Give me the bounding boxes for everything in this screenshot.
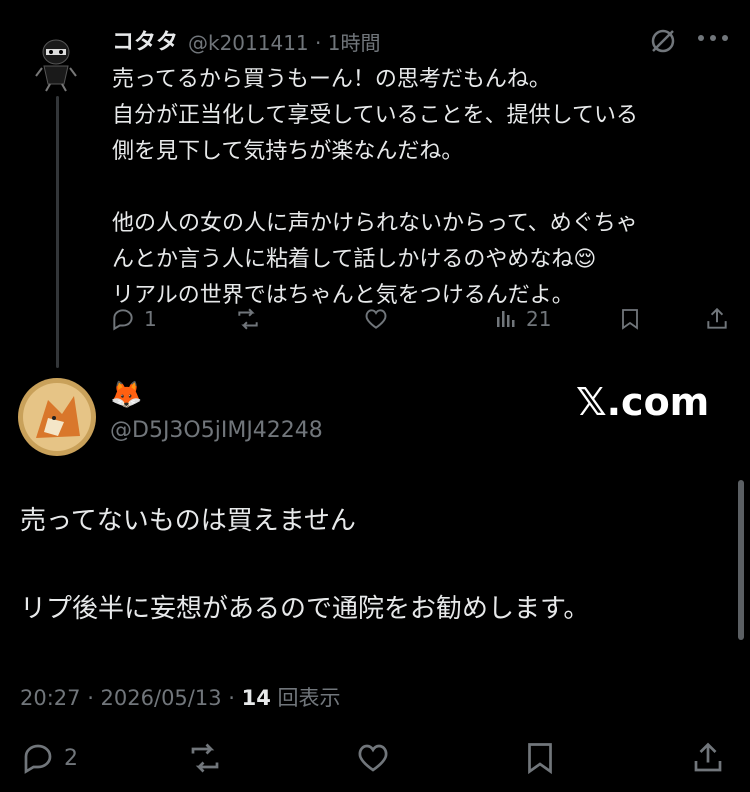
reply-icon	[24, 744, 52, 774]
tweet2-bookmark-button[interactable]	[522, 740, 558, 776]
x-com-watermark: 𝕏.com	[576, 380, 710, 424]
heart-icon	[365, 309, 387, 329]
tweet2-like-button[interactable]	[354, 740, 392, 776]
share-icon	[694, 742, 722, 772]
tweet2-reply-count: 2	[64, 745, 78, 771]
tweet1-view-count: 21	[526, 307, 552, 331]
tweet2-retweet-button[interactable]	[186, 740, 224, 776]
share-icon	[707, 307, 727, 329]
bookmark-icon	[622, 309, 638, 330]
tweet1-share-button[interactable]	[704, 306, 730, 332]
tweet2-body-line2: リプ後半に妄想があるので通院をお勧めします。	[20, 594, 590, 624]
analytics-icon	[497, 311, 515, 327]
tweet2-share-button[interactable]	[690, 740, 726, 776]
tweet2-metadata: 20:27 · 2026/05/13 · 14 回表示	[20, 682, 341, 712]
tweet1-retweet-button[interactable]	[234, 306, 270, 332]
tweet1-author-name[interactable]: コタタ	[112, 24, 178, 56]
heart-icon	[358, 744, 388, 772]
tweet2-views-label: 回表示	[270, 686, 341, 710]
grok-icon[interactable]	[646, 24, 680, 58]
tweet2-body-line1: 売ってないものは買えません	[20, 506, 356, 536]
retweet-icon	[191, 743, 219, 773]
thread-connector-line	[56, 96, 59, 368]
retweet-icon	[238, 308, 258, 330]
avatar-fox[interactable]	[18, 378, 96, 456]
tweet2-author-name[interactable]: 🦊	[110, 380, 142, 410]
tweet1-bookmark-button[interactable]	[618, 306, 642, 332]
tweet2-handle[interactable]: @D5J3O5jIMJ42248	[110, 418, 323, 443]
tweet2-views-number: 14	[241, 686, 271, 710]
bookmark-icon	[528, 743, 552, 775]
more-options-icon[interactable]	[696, 28, 730, 48]
tweet1-views-button[interactable]: 21	[494, 306, 551, 332]
tweet1-reply-count: 1	[144, 307, 157, 331]
tweet2-reply-button[interactable]: 2	[20, 740, 78, 776]
tweet2-timestamp[interactable]: 20:27 · 2026/05/13 ·	[20, 686, 242, 710]
avatar-ninja[interactable]	[32, 36, 80, 92]
tweet1-body: 売ってるから買うもーん！の思考だもんね。 自分が正当化して享受していることを、提…	[112, 67, 639, 308]
reply-icon	[113, 309, 133, 331]
tweet1-reply-button[interactable]: 1	[110, 306, 157, 332]
tweet1-handle-time[interactable]: @k2011411 · 1時間	[188, 27, 380, 56]
scrollbar-thumb[interactable]	[738, 480, 744, 640]
tweet1-like-button[interactable]	[362, 306, 398, 332]
